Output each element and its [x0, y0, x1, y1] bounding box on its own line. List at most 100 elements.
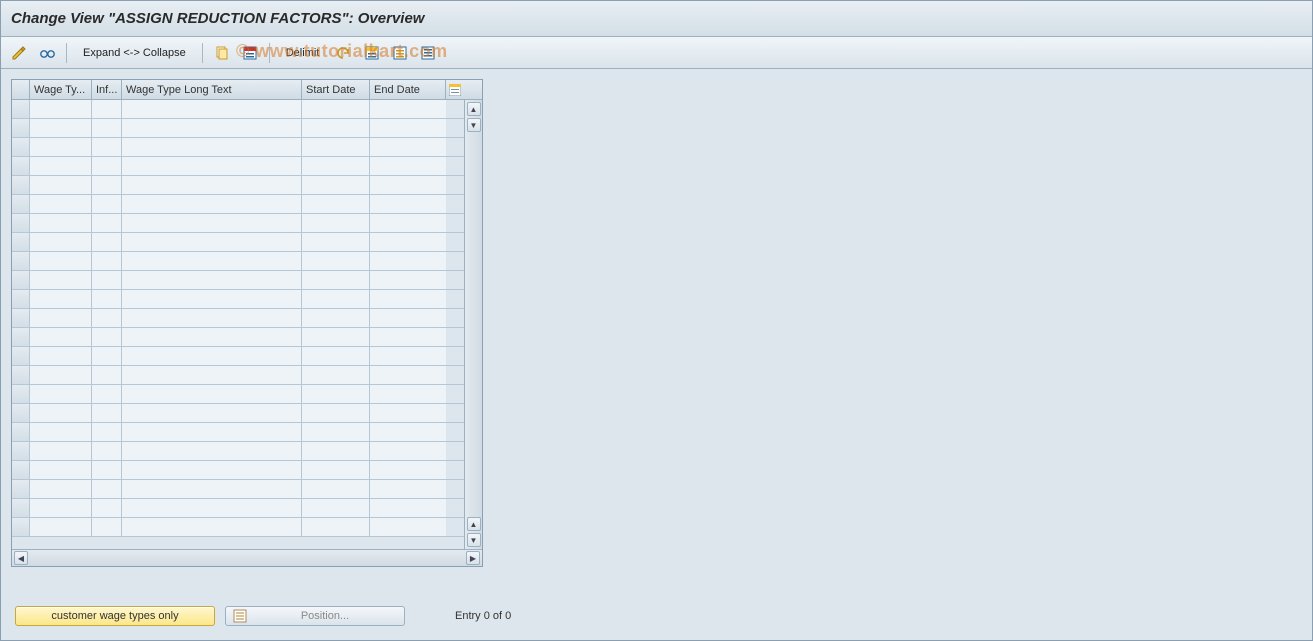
column-header-end-date[interactable]: End Date — [370, 80, 446, 99]
cell-inf[interactable] — [92, 157, 122, 175]
cell-long-text[interactable] — [122, 138, 302, 156]
vertical-scrollbar[interactable]: ▲ ▼ ▲ ▼ — [464, 100, 482, 549]
row-selector[interactable] — [12, 309, 30, 327]
cell-inf[interactable] — [92, 404, 122, 422]
cell-start-date[interactable] — [302, 214, 370, 232]
cell-inf[interactable] — [92, 423, 122, 441]
cell-start-date[interactable] — [302, 233, 370, 251]
table-row[interactable] — [12, 157, 464, 176]
delimit-button[interactable]: Delimit — [277, 42, 329, 64]
cell-end-date[interactable] — [370, 233, 446, 251]
column-header-start-date[interactable]: Start Date — [302, 80, 370, 99]
row-selector[interactable] — [12, 271, 30, 289]
cell-end-date[interactable] — [370, 271, 446, 289]
cell-start-date[interactable] — [302, 480, 370, 498]
cell-end-date[interactable] — [370, 119, 446, 137]
cell-end-date[interactable] — [370, 138, 446, 156]
cell-wage-type[interactable] — [30, 290, 92, 308]
table-row[interactable] — [12, 499, 464, 518]
row-selector[interactable] — [12, 195, 30, 213]
cell-inf[interactable] — [92, 252, 122, 270]
cell-long-text[interactable] — [122, 195, 302, 213]
column-header-long-text[interactable]: Wage Type Long Text — [122, 80, 302, 99]
cell-inf[interactable] — [92, 214, 122, 232]
cell-wage-type[interactable] — [30, 347, 92, 365]
row-selector[interactable] — [12, 290, 30, 308]
table-row[interactable] — [12, 442, 464, 461]
cell-inf[interactable] — [92, 499, 122, 517]
row-selector[interactable] — [12, 119, 30, 137]
cell-end-date[interactable] — [370, 252, 446, 270]
scroll-left-button[interactable]: ◀ — [14, 551, 28, 565]
row-selector[interactable] — [12, 366, 30, 384]
table-row[interactable] — [12, 366, 464, 385]
cell-long-text[interactable] — [122, 271, 302, 289]
table-row[interactable] — [12, 328, 464, 347]
column-header-selector[interactable] — [12, 80, 30, 99]
cell-end-date[interactable] — [370, 290, 446, 308]
cell-inf[interactable] — [92, 119, 122, 137]
cell-long-text[interactable] — [122, 442, 302, 460]
cell-start-date[interactable] — [302, 100, 370, 118]
cell-wage-type[interactable] — [30, 195, 92, 213]
table-row[interactable] — [12, 461, 464, 480]
cell-end-date[interactable] — [370, 480, 446, 498]
cell-inf[interactable] — [92, 100, 122, 118]
table-row[interactable] — [12, 385, 464, 404]
cell-start-date[interactable] — [302, 499, 370, 517]
cell-inf[interactable] — [92, 442, 122, 460]
table-row[interactable] — [12, 176, 464, 195]
table-row[interactable] — [12, 423, 464, 442]
cell-inf[interactable] — [92, 328, 122, 346]
row-selector[interactable] — [12, 499, 30, 517]
cell-wage-type[interactable] — [30, 499, 92, 517]
cell-start-date[interactable] — [302, 518, 370, 536]
table-row[interactable] — [12, 290, 464, 309]
cell-end-date[interactable] — [370, 385, 446, 403]
table-row[interactable] — [12, 119, 464, 138]
cell-inf[interactable] — [92, 461, 122, 479]
cell-start-date[interactable] — [302, 157, 370, 175]
row-selector[interactable] — [12, 328, 30, 346]
cell-end-date[interactable] — [370, 214, 446, 232]
table-row[interactable] — [12, 347, 464, 366]
cell-long-text[interactable] — [122, 347, 302, 365]
table-row[interactable] — [12, 252, 464, 271]
cell-inf[interactable] — [92, 480, 122, 498]
cell-wage-type[interactable] — [30, 518, 92, 536]
column-configure-button[interactable] — [446, 80, 464, 99]
column-header-wage-type[interactable]: Wage Ty... — [30, 80, 92, 99]
cell-start-date[interactable] — [302, 176, 370, 194]
cell-start-date[interactable] — [302, 271, 370, 289]
cell-end-date[interactable] — [370, 100, 446, 118]
cell-inf[interactable] — [92, 138, 122, 156]
row-selector[interactable] — [12, 347, 30, 365]
cell-end-date[interactable] — [370, 461, 446, 479]
cell-start-date[interactable] — [302, 328, 370, 346]
cell-long-text[interactable] — [122, 100, 302, 118]
cell-wage-type[interactable] — [30, 119, 92, 137]
cell-long-text[interactable] — [122, 214, 302, 232]
horizontal-scrollbar[interactable]: ◀ ▶ — [12, 549, 482, 566]
cell-long-text[interactable] — [122, 252, 302, 270]
scroll-up-button[interactable]: ▲ — [467, 102, 481, 116]
cell-end-date[interactable] — [370, 404, 446, 422]
scroll-page-up-button[interactable]: ▼ — [467, 118, 481, 132]
row-selector[interactable] — [12, 214, 30, 232]
cell-long-text[interactable] — [122, 518, 302, 536]
cell-start-date[interactable] — [302, 290, 370, 308]
cell-long-text[interactable] — [122, 157, 302, 175]
scroll-right-button[interactable]: ▶ — [466, 551, 480, 565]
row-selector[interactable] — [12, 252, 30, 270]
row-selector[interactable] — [12, 100, 30, 118]
cell-inf[interactable] — [92, 347, 122, 365]
table-row[interactable] — [12, 518, 464, 537]
cell-wage-type[interactable] — [30, 404, 92, 422]
cell-start-date[interactable] — [302, 252, 370, 270]
customer-wage-types-button[interactable]: customer wage types only — [15, 606, 215, 626]
cell-wage-type[interactable] — [30, 138, 92, 156]
cell-wage-type[interactable] — [30, 328, 92, 346]
cell-start-date[interactable] — [302, 347, 370, 365]
cell-wage-type[interactable] — [30, 385, 92, 403]
cell-long-text[interactable] — [122, 423, 302, 441]
